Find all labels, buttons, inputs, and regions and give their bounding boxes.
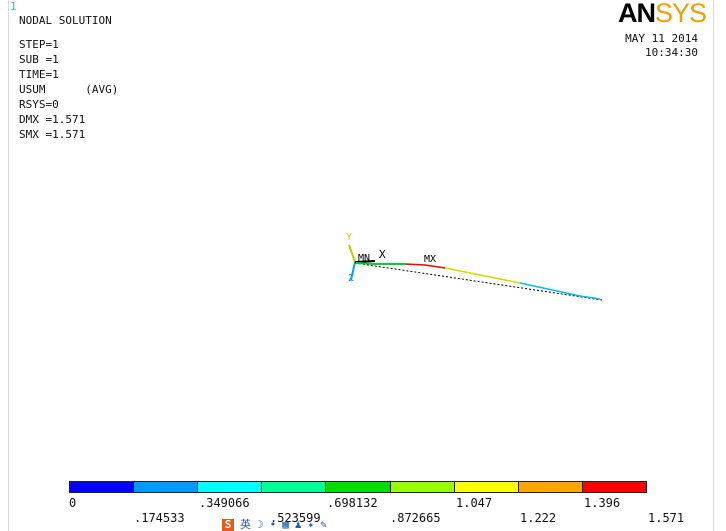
legend-label-2: .349066	[199, 496, 250, 510]
model-plot[interactable]: Y Z X MN MX	[0, 0, 726, 531]
deformed-segment-3	[519, 282, 601, 300]
max-label: MX	[424, 254, 436, 265]
axis-z-label: Z	[348, 273, 354, 284]
legend-band-5	[326, 482, 391, 492]
keyboard-icon[interactable]: ▦	[282, 519, 289, 531]
legend-band-3	[198, 482, 263, 492]
legend-label-9: 1.571	[648, 511, 685, 525]
legend-label-8: 1.396	[584, 496, 621, 510]
dot-icon[interactable]: •	[270, 519, 277, 531]
legend-band-2	[134, 482, 199, 492]
legend-label-1: .174533	[134, 511, 185, 525]
legend-band-1	[70, 482, 135, 492]
legend-label-5: .872665	[390, 511, 441, 525]
shirt-icon[interactable]: ✦	[308, 519, 315, 531]
legend-band-6	[390, 482, 455, 492]
legend-band-7	[454, 482, 519, 492]
legend-band-4	[262, 482, 327, 492]
undeformed-shape	[354, 262, 603, 301]
legend-label-7: 1.222	[520, 511, 557, 525]
legend-band-9	[582, 482, 646, 492]
legend-label-6: 1.047	[456, 496, 493, 510]
legend-label-0: 0	[69, 496, 77, 510]
deformed-segment-2	[444, 267, 521, 284]
moon-icon[interactable]: ☽	[257, 519, 264, 531]
wrench-icon[interactable]: ✎	[320, 519, 327, 531]
user-icon[interactable]: ♟	[295, 519, 302, 531]
axis-y-label: Y	[346, 232, 352, 243]
ime-toolbar: S 英 ☽ • ▦ ♟ ✦ ✎	[222, 519, 327, 531]
min-label: MN	[358, 253, 370, 264]
axis-y-line	[348, 244, 356, 263]
legend-band-8	[518, 482, 583, 492]
ime-icon[interactable]: S	[222, 519, 234, 531]
chinese-char-icon[interactable]: 英	[240, 519, 251, 531]
legend-label-4: .698132	[327, 496, 378, 510]
contour-legend-bar	[69, 481, 647, 493]
axis-x-label: X	[379, 248, 386, 261]
